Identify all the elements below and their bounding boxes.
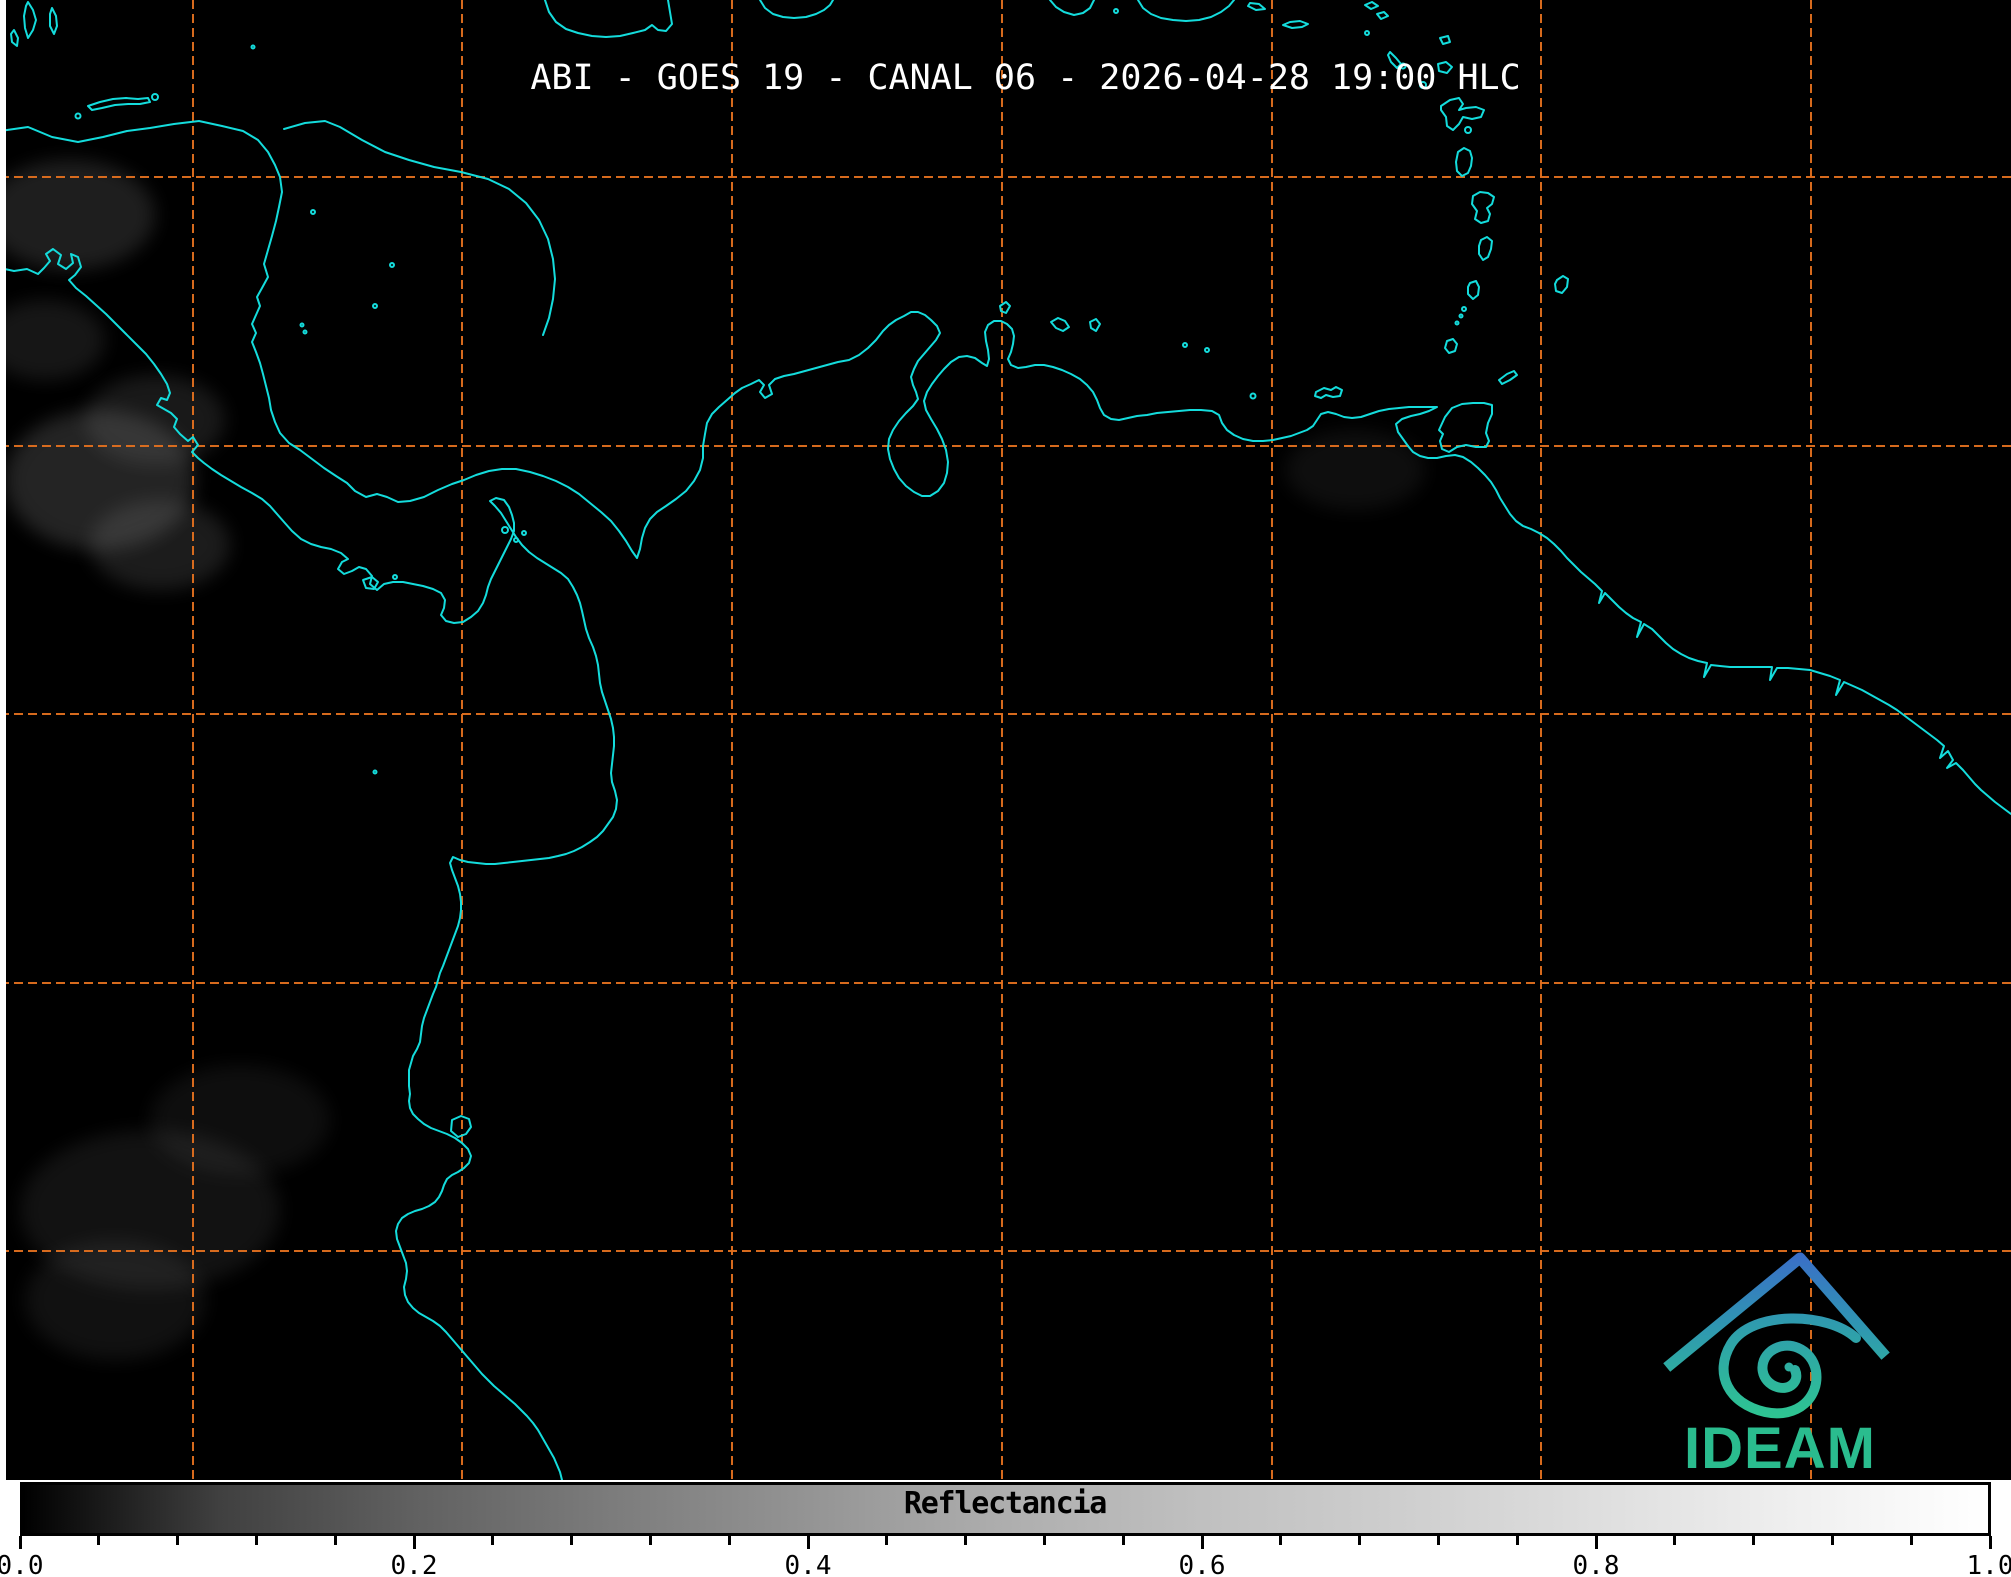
colorbar-major-tick [18, 1536, 22, 1549]
coastline-martinique [1471, 191, 1495, 224]
coastline-curacao [1050, 317, 1070, 332]
product-title: ABI - GOES 19 - CANAL 06 - 2026-04-28 19… [530, 58, 1521, 98]
coastline-st-lucia [1478, 236, 1493, 261]
island-corn-island-2 [302, 329, 308, 335]
coastline-jamaica-south-coast [544, 0, 673, 38]
coastline-roatan [87, 97, 151, 111]
coastline-margarita [1314, 386, 1343, 399]
colorbar-tick-label: 0.2 [390, 1551, 438, 1577]
satellite-product-view: IDEAM ABI - GOES 19 - CANAL 06 - 2026-04… [0, 0, 2011, 1577]
colorbar-panel: Reflectancia 0.0 0.2 0.4 0.6 0.8 1.0 [0, 1480, 2011, 1577]
island-utila [74, 112, 82, 120]
colorbar-minor-tick [1515, 1536, 1519, 1545]
colorbar-minor-tick [1752, 1536, 1756, 1545]
coastline-dominican-republic-se-coast [1049, 0, 1095, 16]
map-canvas: IDEAM [0, 0, 2011, 1480]
island-la-tortuga [1249, 392, 1257, 400]
colorbar-minor-tick [1358, 1536, 1362, 1545]
spiral-eye-icon [1784, 1362, 1794, 1372]
coastline-st-vincent [1467, 280, 1480, 300]
graticule-layer [0, 0, 2011, 1480]
coastline-vieques [1247, 2, 1266, 11]
cloud-patch [0, 300, 105, 380]
colorbar-minor-tick [1830, 1536, 1834, 1545]
coastline-haiti-tiburon-coast [759, 0, 834, 19]
coastline-belize-reef-3 [10, 29, 19, 47]
colorbar-minor-tick [1042, 1536, 1046, 1545]
coastline-st-croix [1282, 20, 1309, 29]
coastline-bonaire [1089, 318, 1101, 332]
colorbar-minor-tick [1673, 1536, 1677, 1545]
colorbar-tick-label: 0.6 [1178, 1551, 1226, 1577]
colorbar-minor-tick [1436, 1536, 1440, 1545]
left-margin-strip [0, 0, 6, 1480]
colorbar-major-tick [1594, 1536, 1598, 1549]
island-corn-island-1 [299, 322, 305, 328]
map-area: IDEAM ABI - GOES 19 - CANAL 06 - 2026-04… [0, 0, 2011, 1480]
colorbar-minor-tick [964, 1536, 968, 1545]
colorbar-minor-tick [1909, 1536, 1913, 1545]
coastline-caribbean-coast-honduras-to-guyanas [0, 120, 2011, 815]
coastline-tobago [1498, 370, 1518, 385]
colorbar-minor-tick [333, 1536, 337, 1545]
colorbar-minor-tick [176, 1536, 180, 1545]
colorbar-tick-label: 1.0 [1966, 1551, 2011, 1577]
island-grenadine-2 [1458, 313, 1464, 319]
island-la-orchila [1204, 347, 1210, 353]
colorbar-tick-label: 0.4 [784, 1551, 832, 1577]
island-pearl-island-1 [501, 526, 509, 534]
colorbar-minor-tick [1279, 1536, 1283, 1545]
colorbar-minor-tick [1121, 1536, 1125, 1545]
coastline-barbuda [1439, 35, 1451, 45]
coastline-trinidad [1438, 402, 1493, 453]
coastline-st-barth [1376, 11, 1389, 20]
coastline-st-martin [1364, 1, 1379, 10]
colorbar-minor-tick [570, 1536, 574, 1545]
island-marie-galante [1464, 126, 1472, 134]
coastline-belize-reef-1 [23, 1, 37, 39]
colorbar-minor-tick [491, 1536, 495, 1545]
island-swan-island [250, 44, 256, 50]
coastline-bank-reef-chain [283, 120, 556, 336]
island-pearl-island-3 [521, 530, 527, 536]
island-miskito-cays [310, 209, 316, 215]
colorbar-tick-label: 0.0 [0, 1551, 44, 1577]
island-cebaco [392, 574, 398, 580]
coastline-layer [0, 0, 2011, 1480]
colorbar-label: Reflectancia [903, 1486, 1108, 1521]
coastline-puerto-rico-south-coast [1137, 0, 1235, 22]
ideam-wordmark: IDEAM [1684, 1416, 1876, 1480]
island-grenadine-3 [1454, 320, 1460, 326]
coastline-grenada [1444, 338, 1458, 354]
coastline-guadeloupe [1440, 97, 1485, 131]
colorbar-major-tick [1988, 1536, 1992, 1549]
island-pearl-island-2 [513, 537, 519, 543]
colorbar-minor-tick [97, 1536, 101, 1545]
island-dots-layer [74, 8, 1472, 775]
colorbar-minor-tick [727, 1536, 731, 1545]
coastline-dominica [1455, 147, 1473, 177]
island-los-roques [1182, 342, 1188, 348]
colorbar-major-tick [1200, 1536, 1204, 1549]
island-providencia [389, 262, 395, 268]
colorbar-minor-tick [648, 1536, 652, 1545]
cloud-patch [25, 1240, 205, 1360]
coastline-aruba [999, 301, 1011, 314]
cloud-layer [0, 160, 1425, 1360]
colorbar-minor-tick [254, 1536, 258, 1545]
colorbar-tick-label: 0.8 [1572, 1551, 1620, 1577]
island-saba [1364, 30, 1370, 36]
colorbar-major-tick [412, 1536, 416, 1549]
island-grenadine-1 [1461, 306, 1467, 312]
island-malpelo-island [372, 769, 378, 775]
colorbar-major-tick [806, 1536, 810, 1549]
ideam-logo: IDEAM [1663, 1252, 1890, 1480]
colorbar-minor-tick [885, 1536, 889, 1545]
coastline-barbados [1554, 275, 1569, 294]
cloud-patch [90, 500, 230, 590]
island-mona-island [1113, 8, 1119, 14]
island-san-andres [372, 303, 378, 309]
coastline-belize-reef-2 [49, 7, 58, 35]
